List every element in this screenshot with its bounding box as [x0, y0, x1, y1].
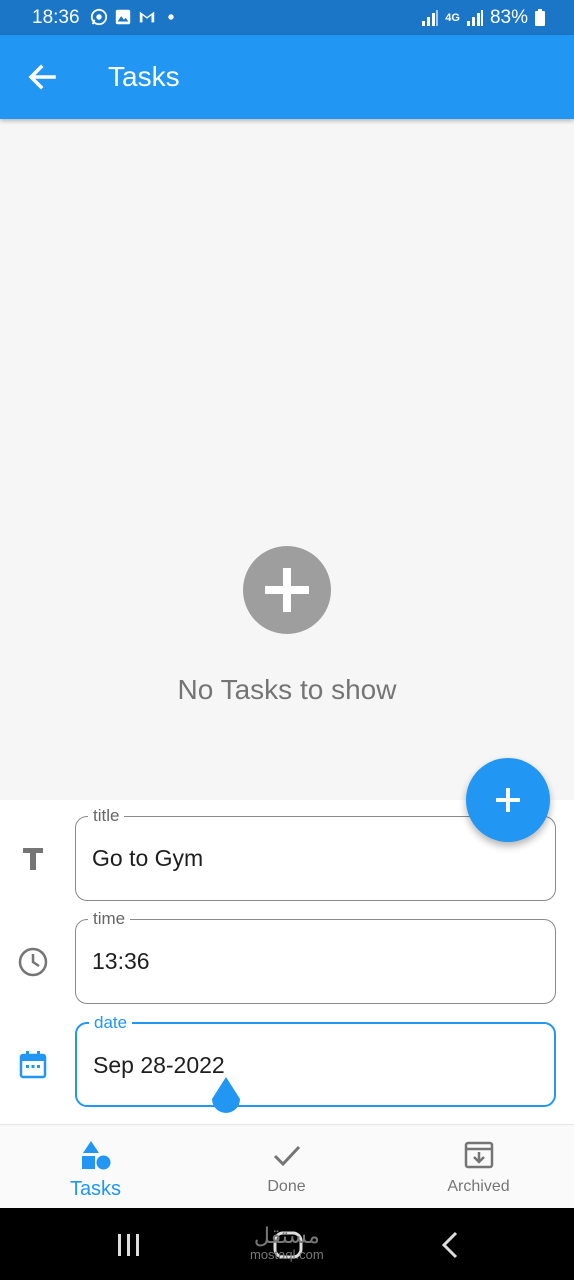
status-time: 18:36	[32, 7, 80, 28]
nav-tab-archived[interactable]: Archived	[383, 1125, 574, 1209]
status-right: 4G 83%	[421, 7, 546, 29]
empty-state: No Tasks to show	[0, 546, 574, 706]
plus-icon	[496, 788, 520, 812]
page-title: Tasks	[108, 61, 180, 92]
empty-add-icon	[243, 546, 331, 634]
status-bar: 18:36 4G 83%	[0, 0, 574, 35]
time-field-label: time	[88, 909, 131, 929]
signal-icon-2	[466, 10, 483, 26]
text-cursor-handle[interactable]	[208, 1075, 244, 1119]
gmail-icon	[139, 11, 155, 23]
date-field[interactable]: date Sep 28-2022	[75, 1013, 556, 1107]
time-field-value: 13:36	[92, 948, 150, 974]
recent-apps-icon[interactable]	[115, 1232, 143, 1258]
notification-icons	[90, 8, 180, 26]
watermark-latin: mostaql.com	[250, 1247, 324, 1262]
time-field[interactable]: time 13:36	[75, 909, 556, 1004]
add-task-sheet: title Go to Gym time 13:36 date Sep 28-2…	[0, 800, 574, 1124]
system-back-icon[interactable]	[438, 1230, 462, 1260]
title-field-value: Go to Gym	[92, 845, 204, 871]
watermark: مستقل mostaql.com	[250, 1224, 324, 1262]
nav-tab-tasks[interactable]: Tasks	[0, 1125, 191, 1209]
back-arrow-icon[interactable]	[22, 57, 62, 97]
signal-icon	[422, 10, 439, 26]
nav-tab-tasks-label: Tasks	[69, 1178, 122, 1200]
shapes-icon	[81, 1141, 110, 1170]
title-field-label: title	[88, 806, 125, 826]
nav-tab-archived-label: Archived	[447, 1178, 510, 1195]
gallery-icon	[115, 9, 131, 25]
archive-icon	[464, 1141, 493, 1169]
add-task-fab[interactable]	[466, 758, 550, 842]
dot-icon	[168, 14, 174, 20]
clock-icon	[18, 947, 48, 977]
watermark-arabic: مستقل	[253, 1223, 320, 1248]
date-row: date Sep 28-2022	[0, 1006, 574, 1107]
battery-icon	[535, 9, 545, 26]
title-icon	[23, 848, 43, 870]
nav-tab-done[interactable]: Done	[191, 1125, 382, 1209]
nav-tab-done-label: Done	[267, 1178, 306, 1195]
calendar-icon	[19, 1051, 47, 1079]
date-field-value: Sep 28-2022	[93, 1052, 225, 1078]
network-type: 4G	[445, 12, 460, 24]
system-navigation-bar: مستقل mostaql.com	[0, 1208, 574, 1280]
battery-percent: 83%	[489, 7, 528, 28]
app-bar: Tasks	[0, 35, 574, 119]
bottom-navigation: Tasks Done Archived	[0, 1124, 574, 1209]
whatsapp-icon	[90, 8, 108, 26]
time-row: time 13:36	[0, 903, 574, 1004]
check-icon	[273, 1145, 300, 1167]
date-field-label: date	[89, 1013, 133, 1033]
empty-message: No Tasks to show	[177, 674, 397, 705]
